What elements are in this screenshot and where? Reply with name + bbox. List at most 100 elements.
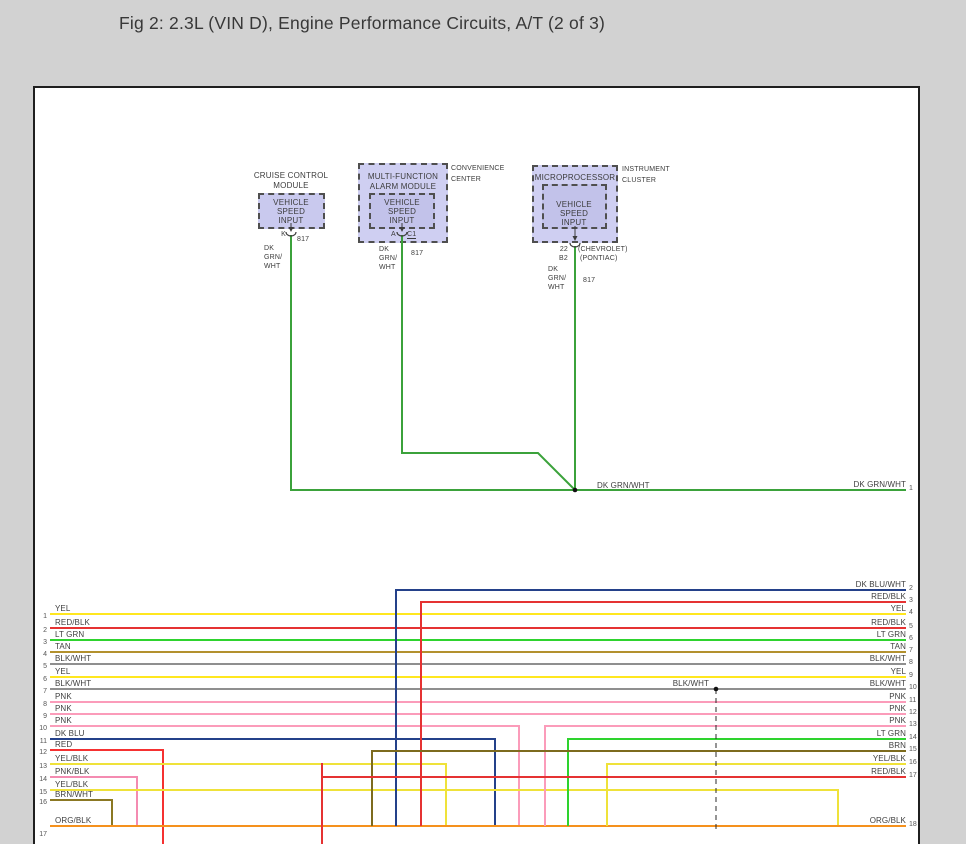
row-number-left: 17 (30, 831, 47, 838)
row-number-right: 12 (909, 709, 917, 716)
box-text: SPEED (524, 209, 624, 218)
row-number-left: 4 (30, 651, 47, 658)
wire-label-left: RED (55, 740, 72, 749)
wire-label-right: RED/BLK (871, 767, 906, 776)
row-number-left: 9 (30, 713, 47, 720)
wire-label-right: BLK/WHT (870, 654, 906, 663)
wire-label-left: YEL (55, 667, 70, 676)
wire-label-right: BRN (889, 741, 906, 750)
wire-label-right: BLK/WHT (870, 679, 906, 688)
box-text: VEHICLE (241, 198, 341, 207)
row-number-right: 14 (909, 734, 917, 741)
box-text: VEHICLE (352, 198, 452, 207)
row-number-left: 8 (30, 701, 47, 708)
box-text: SPEED (241, 207, 341, 216)
wire-label-left: BLK/WHT (55, 654, 91, 663)
row-number-right: 8 (909, 659, 913, 666)
wire-label-left: PNK (55, 692, 72, 701)
side-label: CLUSTER (622, 177, 656, 184)
row-number-right: 9 (909, 672, 913, 679)
wire-color-label: WHT (548, 284, 565, 291)
pin-note: (CHEVROLET) (578, 246, 628, 253)
connector-label: C1 (407, 231, 416, 239)
wire-label-right: DK BLU/WHT (856, 580, 906, 589)
row-number-left: 2 (30, 627, 47, 634)
row-number-right: 2 (909, 585, 913, 592)
wire-label-left: PNK/BLK (55, 767, 90, 776)
row-number-left: 5 (30, 663, 47, 670)
circuit-number: 817 (411, 250, 423, 257)
module-title: ALARM MODULE (353, 182, 453, 191)
wire-label-left: ORG/BLK (55, 816, 91, 825)
wire-label-left: DK BLU (55, 729, 85, 738)
wire-label-right: PNK (889, 692, 906, 701)
wire-label-left: BLK/WHT (55, 679, 91, 688)
row-number-left: 13 (30, 763, 47, 770)
wire-color-label: DK (379, 246, 389, 253)
wire-label-left: YEL (55, 604, 70, 613)
box-text: INPUT (524, 218, 624, 227)
wire-color-label: WHT (379, 264, 396, 271)
row-number-left: 11 (30, 738, 47, 745)
wire-label-right: PNK (889, 716, 906, 725)
row-number-right: 16 (909, 759, 917, 766)
row-number-right: 3 (909, 597, 913, 604)
box-text: VEHICLE (524, 200, 624, 209)
wire-label-right: LT GRN (877, 630, 906, 639)
wire-label-right: PNK (889, 704, 906, 713)
wire-label-left: YEL/BLK (55, 780, 88, 789)
wire-label-left: BRN/WHT (55, 790, 93, 799)
row-number-right: 4 (909, 609, 913, 616)
box-text: SPEED (352, 207, 452, 216)
wire-color-label: GRN/ (548, 275, 566, 282)
wire-label-left: YEL/BLK (55, 754, 88, 763)
side-label: INSTRUMENT (622, 166, 670, 173)
wire-label-left: PNK (55, 704, 72, 713)
row-number-right: 15 (909, 746, 917, 753)
module-title: MODULE (241, 181, 341, 190)
module-title: CRUISE CONTROL (241, 171, 341, 180)
box-text: INPUT (241, 216, 341, 225)
row-number-left: 12 (30, 749, 47, 756)
wire-label-right: DK GRN/WHT (853, 480, 906, 489)
wire-label-mid: BLK/WHT (673, 679, 709, 688)
row-number-right: 1 (909, 485, 913, 492)
wire-color-label: WHT (264, 263, 281, 270)
row-number-left: 6 (30, 676, 47, 683)
row-number-right: 6 (909, 635, 913, 642)
pin-note: (PONTIAC) (580, 255, 618, 262)
row-number-left: 15 (30, 789, 47, 796)
row-number-right: 13 (909, 721, 917, 728)
wire-label-mid: DK GRN/WHT (597, 481, 650, 490)
figure-title: Fig 2: 2.3L (VIN D), Engine Performance … (119, 13, 605, 34)
box-text: INPUT (352, 216, 452, 225)
side-label: CONVENIENCE (451, 165, 505, 172)
wire-label-right: TAN (890, 642, 906, 651)
pin-label: A (391, 231, 396, 238)
module-title: MICROPROCESSOR (525, 173, 625, 182)
wire-color-label: DK (264, 245, 274, 252)
wire-color-label: GRN/ (264, 254, 282, 261)
row-number-right: 7 (909, 647, 913, 654)
diagram-sheet (33, 86, 920, 844)
row-number-left: 7 (30, 688, 47, 695)
row-number-left: 10 (30, 725, 47, 732)
wire-label-right: LT GRN (877, 729, 906, 738)
row-number-left: 16 (30, 799, 47, 806)
pin-label: B2 (548, 255, 568, 262)
row-number-right: 10 (909, 684, 917, 691)
pin-label: 22 (548, 246, 568, 253)
wire-label-left: TAN (55, 642, 71, 651)
row-number-right: 5 (909, 623, 913, 630)
wire-color-label: DK (548, 266, 558, 273)
row-number-left: 3 (30, 639, 47, 646)
wire-color-label: GRN/ (379, 255, 397, 262)
wiring-diagram-page: Fig 2: 2.3L (VIN D), Engine Performance … (0, 0, 966, 844)
wire-label-left: RED/BLK (55, 618, 90, 627)
side-label: CENTER (451, 176, 481, 183)
wire-label-right: YEL (891, 667, 906, 676)
row-number-left: 1 (30, 613, 47, 620)
wire-label-right: RED/BLK (871, 592, 906, 601)
pin-label: K (276, 231, 286, 238)
circuit-number: 817 (297, 236, 309, 243)
